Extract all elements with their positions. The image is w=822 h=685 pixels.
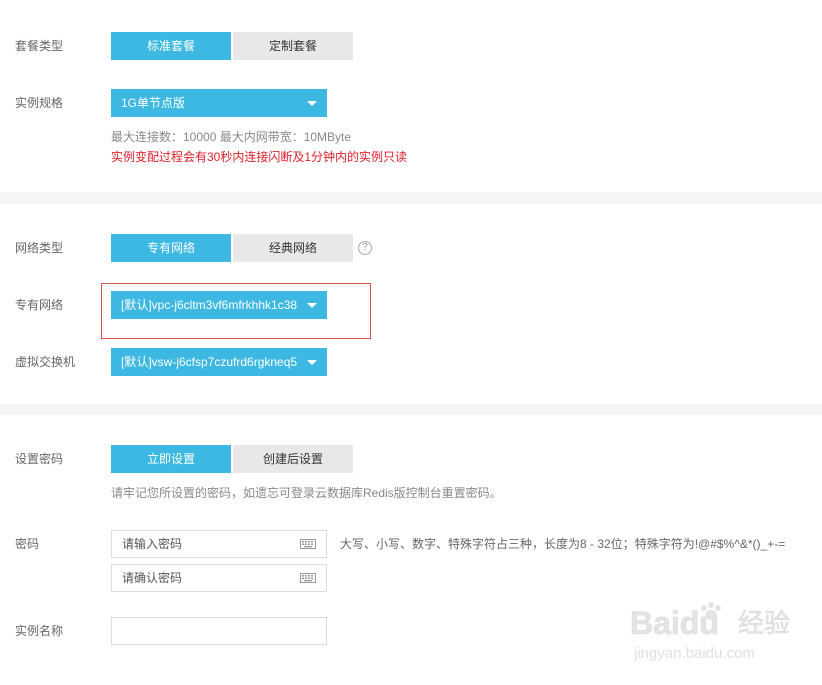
set-password-label: 设置密码: [15, 452, 64, 466]
password-rule: 大写、小写、数字、特殊字符占三种，长度为8 - 32位；特殊字符为!@#$%^&…: [340, 537, 786, 551]
network-classic-button[interactable]: 经典网络: [233, 234, 353, 262]
spec-warning: 实例变配过程会有30秒内连接闪断及1分钟内的实例只读: [111, 150, 408, 164]
keyboard-icon[interactable]: [300, 573, 316, 583]
chevron-down-icon: [307, 101, 317, 106]
instance-name-field[interactable]: [111, 617, 327, 645]
chevron-down-icon: [307, 303, 317, 308]
vswitch-dropdown-value: [默认]vsw-j6cfsp7czufrd6rgkneq5: [121, 355, 298, 369]
vpc-dropdown-value: [默认]vpc-j6cltm3vf6mfrkhhk1c38: [121, 298, 298, 312]
network-section: 网络类型 专有网络 经典网络 ? 专有网络 [默认]vpc-j6cltm3vf6…: [0, 204, 822, 404]
spec-dropdown-value: 1G单节点版: [121, 96, 186, 110]
password-confirm-field[interactable]: [111, 564, 327, 592]
password-reminder: 请牢记您所设置的密码，如遗忘可登录云数据库Redis版控制台重置密码。: [111, 486, 502, 500]
watermark-cn: 经验: [738, 609, 790, 639]
password-label: 密码: [15, 537, 40, 551]
baidu-jingyan-watermark: Baidu 经验 jingyan.baidu.com: [630, 602, 790, 662]
set-now-button[interactable]: 立即设置: [111, 445, 231, 473]
password-confirm-input[interactable]: [122, 565, 292, 591]
set-later-button[interactable]: 创建后设置: [233, 445, 353, 473]
vpc-label: 专有网络: [15, 298, 64, 312]
instance-name-input[interactable]: [122, 618, 292, 644]
password-input[interactable]: [122, 531, 292, 557]
spec-label: 实例规格: [15, 96, 64, 110]
vpc-dropdown[interactable]: [默认]vpc-j6cltm3vf6mfrkhhk1c38: [111, 291, 327, 319]
vswitch-label: 虚拟交换机: [15, 355, 76, 369]
vswitch-dropdown[interactable]: [默认]vsw-j6cfsp7czufrd6rgkneq5: [111, 348, 327, 376]
plan-standard-button[interactable]: 标准套餐: [111, 32, 231, 60]
help-icon[interactable]: ?: [358, 241, 372, 255]
plan-label: 套餐类型: [15, 39, 64, 53]
network-vpc-button[interactable]: 专有网络: [111, 234, 231, 262]
chevron-down-icon: [307, 360, 317, 365]
spec-info: 最大连接数：10000 最大内网带宽：10MByte: [111, 130, 352, 144]
plan-custom-button[interactable]: 定制套餐: [233, 32, 353, 60]
plan-section: 套餐类型 标准套餐 定制套餐 实例规格 1G单节点版 最大连接数：10000 最…: [0, 0, 822, 192]
keyboard-icon[interactable]: [300, 539, 316, 549]
watermark-url: jingyan.baidu.com: [633, 645, 755, 662]
password-field[interactable]: [111, 530, 327, 558]
network-type-label: 网络类型: [15, 241, 64, 255]
spec-dropdown[interactable]: 1G单节点版: [111, 89, 327, 117]
instance-name-label: 实例名称: [15, 624, 64, 638]
